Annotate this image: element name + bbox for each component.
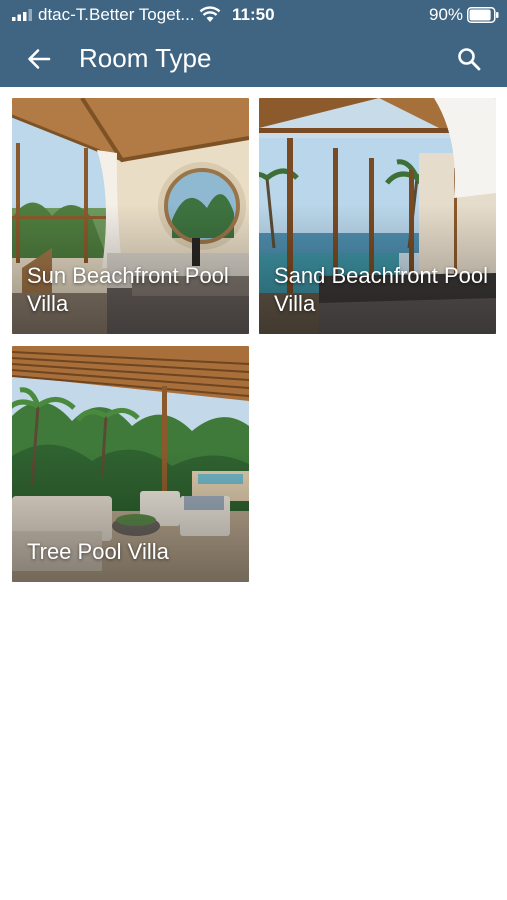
room-card[interactable]: Sand Beachfront Pool Villa	[259, 98, 496, 334]
page-title: Room Type	[79, 43, 212, 73]
search-icon	[458, 48, 481, 71]
room-card[interactable]: Tree Pool Villa	[12, 346, 249, 582]
app-bar: dtac-T.Better Toget... 11:50 90% Room Ty…	[0, 0, 507, 87]
arrow-left-icon	[28, 49, 51, 69]
back-button[interactable]	[20, 40, 58, 78]
room-name: Sand Beachfront Pool Villa	[274, 263, 489, 316]
battery-icon	[467, 7, 499, 23]
room-card[interactable]: Sun Beachfront Pool Villa	[12, 98, 249, 334]
search-button[interactable]	[450, 40, 488, 78]
carrier-name: dtac-T.Better Toget...	[38, 5, 195, 24]
signal-icon	[12, 9, 32, 21]
status-bar: dtac-T.Better Toget... 11:50 90%	[0, 0, 507, 30]
room-name: Sun Beachfront Pool Villa	[27, 263, 229, 316]
wifi-icon	[199, 6, 221, 22]
room-name: Tree Pool Villa	[27, 539, 169, 564]
battery-percent: 90%	[429, 5, 464, 24]
toolbar: Room Type	[0, 30, 507, 87]
clock: 11:50	[232, 5, 275, 24]
